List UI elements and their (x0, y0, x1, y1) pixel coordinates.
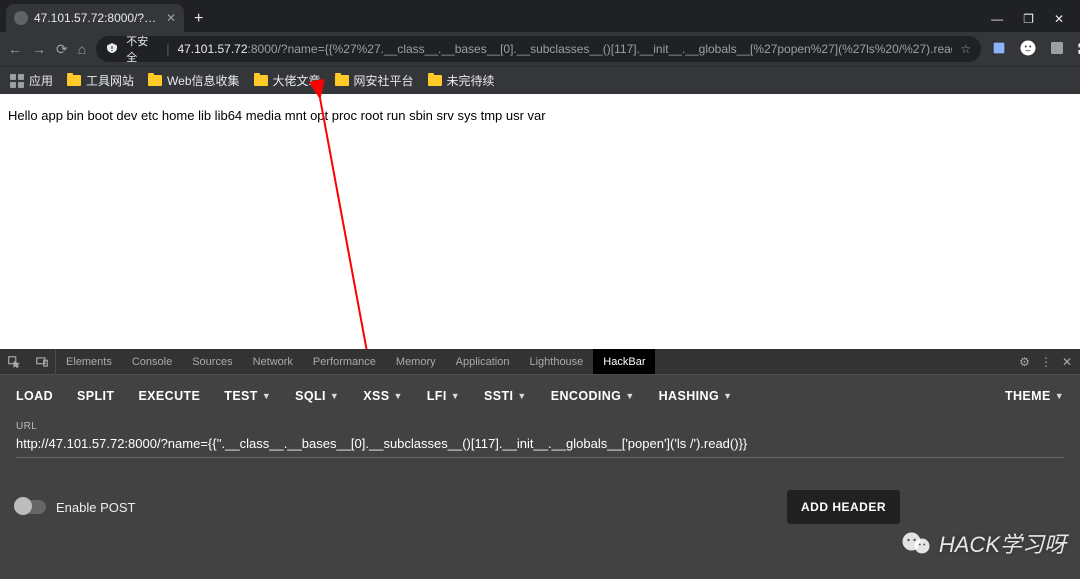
chevron-down-icon: ▼ (1055, 391, 1064, 401)
hackbar-execute-button[interactable]: EXECUTE (138, 389, 200, 403)
extension-icon-3[interactable] (1049, 40, 1065, 59)
devtools-tab-application[interactable]: Application (446, 349, 520, 374)
tab-title: 47.101.57.72:8000/?name={{%… (34, 11, 160, 25)
reload-icon[interactable]: ⟳ (56, 41, 68, 58)
folder-icon (148, 75, 162, 86)
browser-tab[interactable]: 47.101.57.72:8000/?name={{%… ✕ (6, 4, 184, 32)
chevron-down-icon: ▼ (625, 391, 634, 401)
devtools-tab-sources[interactable]: Sources (182, 349, 242, 374)
bookmark-folder[interactable]: 工具网站 (67, 72, 134, 89)
apps-grid-icon (10, 74, 24, 88)
hackbar-sqli-menu[interactable]: SQLI▼ (295, 389, 339, 403)
folder-icon (254, 75, 268, 86)
devtools-close-icon[interactable]: ✕ (1062, 355, 1072, 369)
close-icon[interactable]: ✕ (166, 11, 176, 25)
extension-icon-cat[interactable] (1019, 39, 1037, 60)
folder-icon (335, 75, 349, 86)
inspect-icon[interactable] (0, 349, 28, 374)
enable-post-toggle[interactable] (16, 500, 46, 514)
chevron-down-icon: ▼ (262, 391, 271, 401)
bookmarks-bar: 应用 工具网站 Web信息收集 大佬文章 网安社平台 未完待续 (0, 66, 1080, 94)
bookmark-folder[interactable]: 大佬文章 (254, 72, 321, 89)
new-tab-button[interactable]: + (194, 10, 203, 28)
minimize-icon[interactable]: — (991, 12, 1003, 26)
hackbar-ssti-menu[interactable]: SSTI▼ (484, 389, 527, 403)
device-toggle-icon[interactable] (28, 349, 56, 374)
extension-icon-1[interactable] (991, 40, 1007, 59)
apps-button[interactable]: 应用 (10, 72, 53, 89)
window-close-icon[interactable]: ✕ (1054, 12, 1064, 26)
address-bar[interactable]: 不安全 | 47.101.57.72:8000/?name={{%27%27._… (96, 36, 981, 62)
devtools-tab-network[interactable]: Network (243, 349, 303, 374)
enable-post-label: Enable POST (56, 500, 136, 515)
devtools-tab-console[interactable]: Console (122, 349, 182, 374)
bookmark-folder[interactable]: Web信息收集 (148, 72, 239, 89)
forward-icon[interactable]: → (32, 41, 46, 57)
chevron-down-icon: ▼ (393, 391, 402, 401)
bookmark-folder[interactable]: 未完待续 (428, 72, 495, 89)
back-icon[interactable]: ← (8, 41, 22, 57)
devtools-menu-icon[interactable]: ⋮ (1040, 355, 1052, 369)
page-content: Hello app bin boot dev etc home lib lib6… (0, 94, 1080, 349)
folder-icon (428, 75, 442, 86)
chevron-down-icon: ▼ (330, 391, 339, 401)
hackbar-lfi-menu[interactable]: LFI▼ (427, 389, 460, 403)
window-titlebar: 47.101.57.72:8000/?name={{%… ✕ + — ❐ ✕ (0, 0, 1080, 32)
hackbar-menu: LOAD SPLIT EXECUTE TEST▼ SQLI▼ XSS▼ LFI▼… (0, 375, 1080, 417)
wechat-icon (901, 530, 931, 556)
hackbar-theme-menu[interactable]: THEME▼ (1005, 389, 1064, 403)
tab-favicon-icon (14, 11, 28, 25)
star-icon[interactable]: ☆ (960, 42, 971, 56)
window-controls: — ❐ ✕ (991, 12, 1080, 32)
chevron-down-icon: ▼ (517, 391, 526, 401)
browser-toolbar: ← → ⟳ ⌂ 不安全 | 47.101.57.72:8000/?name={{… (0, 32, 1080, 66)
hackbar-xss-menu[interactable]: XSS▼ (363, 389, 403, 403)
home-icon[interactable]: ⌂ (78, 41, 86, 57)
devtools-tabbar: Elements Console Sources Network Perform… (0, 349, 1080, 375)
url-text: 47.101.57.72:8000/?name={{%27%27.__class… (177, 42, 952, 56)
folder-icon (67, 75, 81, 86)
devtools-tab-elements[interactable]: Elements (56, 349, 122, 374)
response-text: Hello app bin boot dev etc home lib lib6… (8, 108, 546, 123)
chevron-down-icon: ▼ (451, 391, 460, 401)
chevron-down-icon: ▼ (723, 391, 732, 401)
hackbar-load-button[interactable]: LOAD (16, 389, 53, 403)
add-header-button[interactable]: ADD HEADER (787, 490, 900, 524)
insecure-label: 不安全 (126, 33, 158, 65)
devtools-tab-performance[interactable]: Performance (303, 349, 386, 374)
watermark: HACK学习呀 (901, 527, 1066, 559)
hackbar-hashing-menu[interactable]: HASHING▼ (659, 389, 733, 403)
hackbar-split-button[interactable]: SPLIT (77, 389, 114, 403)
devtools-tab-hackbar[interactable]: HackBar (593, 349, 655, 374)
insecure-icon (106, 42, 118, 57)
devtools-tab-lighthouse[interactable]: Lighthouse (519, 349, 593, 374)
bookmark-folder[interactable]: 网安社平台 (335, 72, 414, 89)
hackbar-url-input[interactable] (16, 432, 1064, 458)
devtools-tab-memory[interactable]: Memory (386, 349, 446, 374)
maximize-icon[interactable]: ❐ (1023, 12, 1034, 26)
hackbar-encoding-menu[interactable]: ENCODING▼ (551, 389, 635, 403)
settings-gear-icon[interactable]: ⚙ (1019, 355, 1030, 369)
hackbar-test-menu[interactable]: TEST▼ (224, 389, 271, 403)
hackbar-url-section: URL (0, 417, 1080, 460)
hackbar-url-label: URL (16, 421, 1064, 432)
